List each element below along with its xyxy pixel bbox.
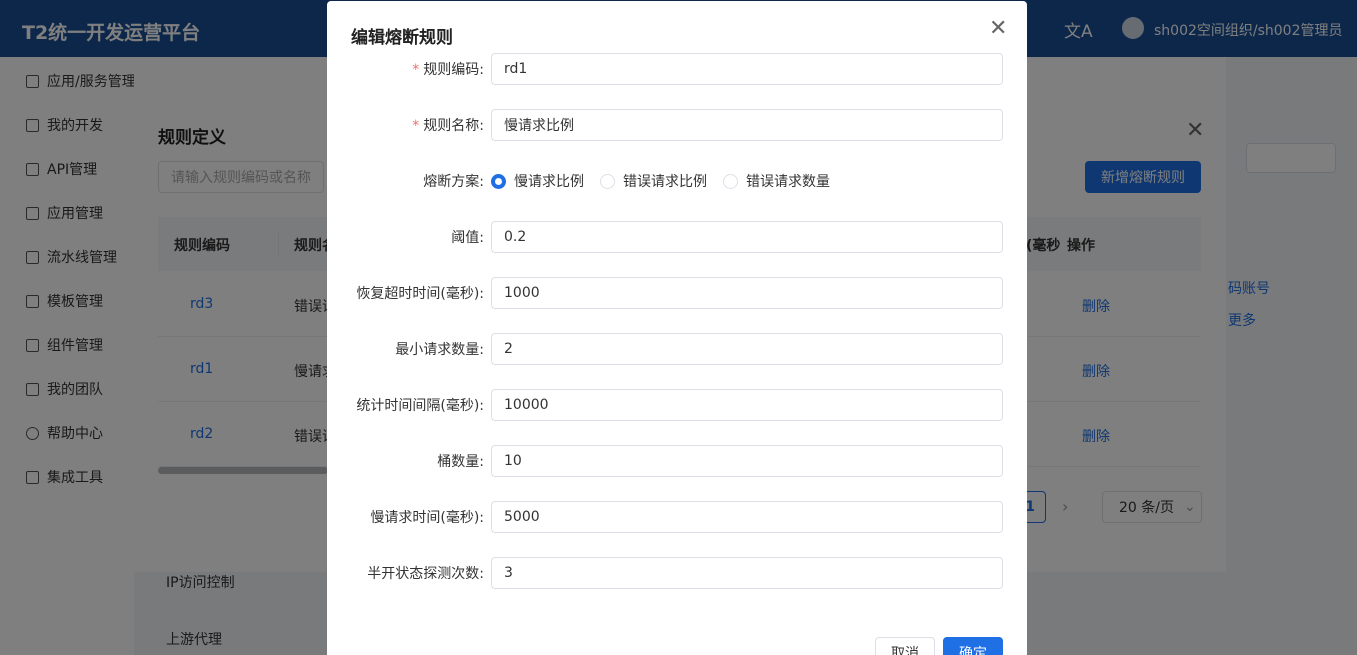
half-open-probes-input[interactable]: 3 [491,557,1003,589]
field-label: 阈值: [451,230,484,246]
recovery-timeout-input[interactable]: 1000 [491,277,1003,309]
bucket-count-input[interactable]: 10 [491,445,1003,477]
form-row-rule-name: * 规则名称: 慢请求比例 [327,109,1027,141]
radio-button[interactable] [600,173,615,189]
form-row-recovery-timeout: 恢复超时时间(毫秒): 1000 [327,277,1027,309]
cancel-button[interactable]: 取消 [875,637,935,655]
radio-error-ratio[interactable]: 错误请求比例 [600,171,707,191]
rule-name-input[interactable]: 慢请求比例 [491,109,1003,141]
stat-interval-input[interactable]: 10000 [491,389,1003,421]
radio-button[interactable] [723,173,738,189]
confirm-button[interactable]: 确定 [943,637,1003,655]
form-row-scheme: 熔断方案: 慢请求比例 错误请求比例 错误请求数量 [327,165,1027,197]
form-row-slow-request-time: 慢请求时间(毫秒): 5000 [327,501,1027,533]
radio-error-count[interactable]: 错误请求数量 [723,171,830,191]
field-label: 桶数量: [437,454,484,470]
form-row-threshold: 阈值: 0.2 [327,221,1027,253]
field-label-text: 规则编码: [423,62,484,78]
form-row-rule-code: * 规则编码: rd1 [327,53,1027,85]
field-label-text: 规则名称: [423,118,484,134]
form-row-half-open-probes: 半开状态探测次数: 3 [327,557,1027,589]
required-mark: * [412,62,420,78]
field-label: 恢复超时时间(毫秒): [356,286,484,302]
field-label: 统计时间间隔(毫秒): [356,398,484,414]
field-label: 半开状态探测次数: [367,566,484,582]
rule-code-input[interactable]: rd1 [491,53,1003,85]
edit-rule-dialog: 编辑熔断规则 ✕ * 规则编码: rd1 * 规则名称: 慢请求比例 熔断方案: 慢… [327,1,1027,655]
form-row-stat-interval: 统计时间间隔(毫秒): 10000 [327,389,1027,421]
radio-label: 错误请求比例 [623,174,707,190]
field-label: 慢请求时间(毫秒): [370,510,484,526]
scheme-radio-group: 慢请求比例 错误请求比例 错误请求数量 [491,171,830,191]
radio-slow-ratio[interactable]: 慢请求比例 [491,171,584,191]
field-label: * 规则编码: [412,59,484,79]
form-row-min-requests: 最小请求数量: 2 [327,333,1027,365]
radio-label: 慢请求比例 [514,174,584,190]
form-row-bucket-count: 桶数量: 10 [327,445,1027,477]
radio-button-checked[interactable] [491,173,506,189]
required-mark: * [412,118,420,134]
threshold-input[interactable]: 0.2 [491,221,1003,253]
min-requests-input[interactable]: 2 [491,333,1003,365]
field-label: 熔断方案: [423,174,484,190]
field-label: 最小请求数量: [395,342,484,358]
dialog-title: 编辑熔断规则 [351,28,453,48]
close-icon[interactable]: ✕ [989,16,1007,41]
slow-request-time-input[interactable]: 5000 [491,501,1003,533]
radio-label: 错误请求数量 [746,174,830,190]
field-label: * 规则名称: [412,115,484,135]
